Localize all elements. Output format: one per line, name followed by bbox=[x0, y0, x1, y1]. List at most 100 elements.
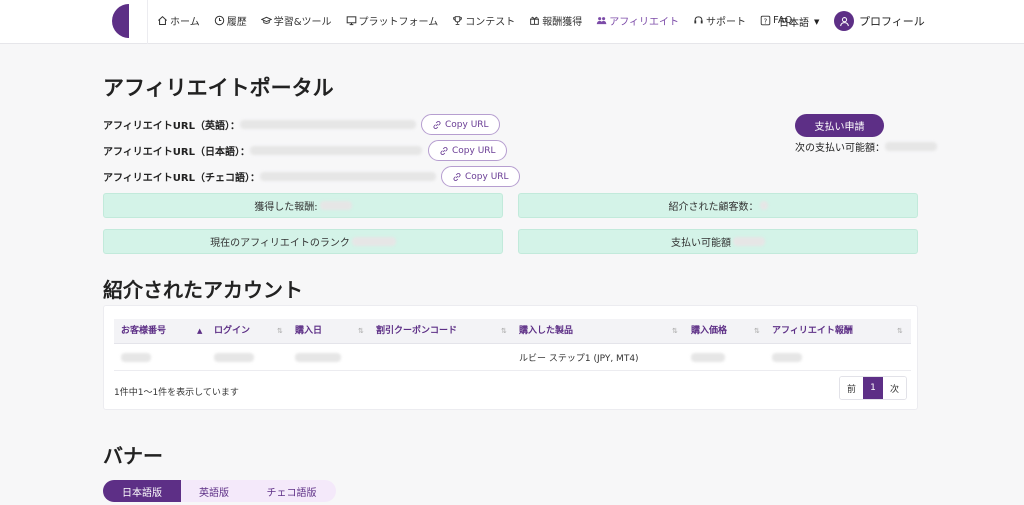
nav-item-history[interactable]: 履歴 bbox=[214, 13, 247, 28]
nav-divider bbox=[147, 0, 148, 44]
nav-item-contest[interactable]: コンテスト bbox=[452, 13, 515, 28]
col-purchase-date[interactable]: 購入日 bbox=[295, 319, 322, 344]
earned-rewards-box: 獲得した報酬: bbox=[103, 193, 503, 218]
url-en-value bbox=[240, 120, 416, 129]
pagination-prev[interactable]: 前 bbox=[840, 377, 863, 399]
referred-customers-value bbox=[759, 201, 768, 210]
nav-item-label: 報酬獲得 bbox=[542, 17, 583, 28]
user-icon bbox=[839, 16, 849, 26]
page-title: アフィリエイトポータル bbox=[103, 76, 334, 100]
profile-menu[interactable]: プロフィール bbox=[834, 11, 925, 31]
next-payment: 次の支払い可能額： bbox=[795, 139, 937, 154]
affiliate-rank-value bbox=[351, 237, 396, 246]
referred-accounts-table: お客様番号 ▲ ログイン ⇅ 購入日 ⇅ 割引クーポンコード ⇅ 購入した製品 … bbox=[103, 305, 918, 410]
cell-affiliate-reward bbox=[772, 344, 802, 371]
payable-amount-value bbox=[733, 237, 765, 246]
col-affiliate-reward[interactable]: アフィリエイト報酬 bbox=[772, 319, 853, 344]
trophy-icon bbox=[453, 16, 463, 25]
url-ja-value bbox=[250, 146, 422, 155]
tab-japanese[interactable]: 日本語版 bbox=[103, 480, 181, 502]
caret-down-icon: ▼ bbox=[814, 17, 820, 26]
top-navbar: ホーム 履歴 学習&ツール プラットフォーム コンテスト 報酬獲得 アフィリエイ… bbox=[0, 0, 1024, 44]
payable-amount-box: 支払い可能額 bbox=[518, 229, 918, 254]
col-product[interactable]: 購入した製品 bbox=[519, 319, 573, 344]
affiliate-url-en-row: アフィリエイトURL（英語）： Copy URL bbox=[103, 114, 500, 135]
avatar bbox=[834, 11, 854, 31]
profile-label: プロフィール bbox=[859, 15, 925, 28]
nav-item-support[interactable]: サポート bbox=[693, 13, 746, 28]
payable-amount-label: 支払い可能額 bbox=[671, 238, 731, 249]
nav-item-label: 履歴 bbox=[226, 17, 247, 28]
copy-url-label: Copy URL bbox=[445, 119, 489, 130]
logo[interactable] bbox=[112, 4, 129, 38]
affiliate-rank-box: 現在のアフィリエイトのランク bbox=[103, 229, 503, 254]
svg-text:?: ? bbox=[764, 17, 768, 25]
link-icon bbox=[453, 172, 461, 181]
affiliate-rank-label: 現在のアフィリエイトのランク bbox=[210, 238, 350, 249]
table-row: ルビー ステップ1 (JPY, MT4) bbox=[114, 344, 911, 371]
url-en-label: アフィリエイトURL（英語）： bbox=[103, 121, 240, 132]
nav-item-rewards[interactable]: 報酬獲得 bbox=[529, 13, 582, 28]
next-payment-label: 次の支払い可能額： bbox=[795, 143, 885, 154]
col-customer-number[interactable]: お客様番号 bbox=[121, 319, 166, 344]
copy-url-label: Copy URL bbox=[465, 171, 509, 182]
copy-url-cs-button[interactable]: Copy URL bbox=[441, 166, 520, 187]
language-selector[interactable]: 日本語 ▼ bbox=[779, 14, 820, 30]
cell-product: ルビー ステップ1 (JPY, MT4) bbox=[519, 354, 639, 364]
copy-url-label: Copy URL bbox=[452, 145, 496, 156]
copy-url-ja-button[interactable]: Copy URL bbox=[428, 140, 507, 161]
clock-icon bbox=[214, 15, 224, 26]
cell-login bbox=[214, 344, 254, 371]
col-coupon-code[interactable]: 割引クーポンコード bbox=[376, 319, 457, 344]
nav-item-label: サポート bbox=[706, 17, 747, 28]
sort-asc-icon[interactable]: ▲ bbox=[197, 319, 202, 344]
nav-item-label: プラットフォーム bbox=[358, 17, 439, 28]
pagination-page-1[interactable]: 1 bbox=[863, 377, 883, 399]
referred-accounts-title: 紹介されたアカウント bbox=[103, 278, 303, 302]
url-ja-label: アフィリエイトURL（日本語）： bbox=[103, 147, 250, 158]
nav-item-learning[interactable]: 学習&ツール bbox=[260, 13, 332, 28]
pagination: 前 1 次 bbox=[839, 376, 907, 400]
url-cs-label: アフィリエイトURL（チェコ語）： bbox=[103, 173, 260, 184]
link-icon bbox=[433, 120, 441, 129]
tab-english[interactable]: 英語版 bbox=[181, 480, 247, 502]
pagination-next[interactable]: 次 bbox=[883, 377, 906, 399]
nav-item-platform[interactable]: プラットフォーム bbox=[346, 13, 439, 28]
home-icon bbox=[158, 15, 167, 25]
sort-icon[interactable]: ⇅ bbox=[754, 319, 760, 344]
col-login[interactable]: ログイン bbox=[214, 319, 250, 344]
sort-icon[interactable]: ⇅ bbox=[277, 319, 283, 344]
nav-item-label: コンテスト bbox=[465, 17, 516, 28]
nav-item-label: ホーム bbox=[170, 17, 200, 28]
graduation-cap-icon bbox=[260, 16, 272, 24]
table-info: 1件中1～1件を表示しています bbox=[114, 388, 239, 398]
referred-customers-box: 紹介された顧客数： bbox=[518, 193, 918, 218]
sort-icon[interactable]: ⇅ bbox=[672, 319, 678, 344]
col-purchase-price[interactable]: 購入価格 bbox=[691, 319, 727, 344]
earned-rewards-value bbox=[319, 201, 352, 210]
nav-item-affiliate[interactable]: アフィリエイト bbox=[596, 13, 679, 28]
banner-title: バナー bbox=[103, 444, 163, 468]
cell-customer-number bbox=[121, 344, 151, 371]
nav-item-label: アフィリエイト bbox=[609, 17, 680, 28]
nav-item-label: 学習&ツール bbox=[273, 17, 332, 28]
copy-url-en-button[interactable]: Copy URL bbox=[421, 114, 500, 135]
next-payment-value bbox=[885, 142, 937, 151]
monitor-icon bbox=[346, 16, 356, 26]
affiliate-url-ja-row: アフィリエイトURL（日本語）： Copy URL bbox=[103, 140, 507, 161]
request-payment-button[interactable]: 支払い申請 bbox=[795, 114, 884, 137]
url-cs-value bbox=[260, 172, 436, 181]
tab-czech[interactable]: チェコ語版 bbox=[247, 480, 336, 502]
link-icon bbox=[440, 146, 448, 155]
nav-item-home[interactable]: ホーム bbox=[157, 13, 200, 28]
nav-menu: ホーム 履歴 学習&ツール プラットフォーム コンテスト 報酬獲得 アフィリエイ… bbox=[157, 13, 806, 28]
sort-icon[interactable]: ⇅ bbox=[897, 319, 903, 344]
gift-icon bbox=[530, 16, 540, 25]
cell-purchase-price bbox=[691, 344, 725, 371]
sort-icon[interactable]: ⇅ bbox=[501, 319, 507, 344]
table-header: お客様番号 ▲ ログイン ⇅ 購入日 ⇅ 割引クーポンコード ⇅ 購入した製品 … bbox=[114, 319, 911, 344]
sort-icon[interactable]: ⇅ bbox=[358, 319, 364, 344]
earned-rewards-label: 獲得した報酬: bbox=[254, 202, 318, 213]
banner-language-tabs: 日本語版 英語版 チェコ語版 bbox=[103, 480, 336, 502]
headset-icon bbox=[694, 16, 703, 24]
